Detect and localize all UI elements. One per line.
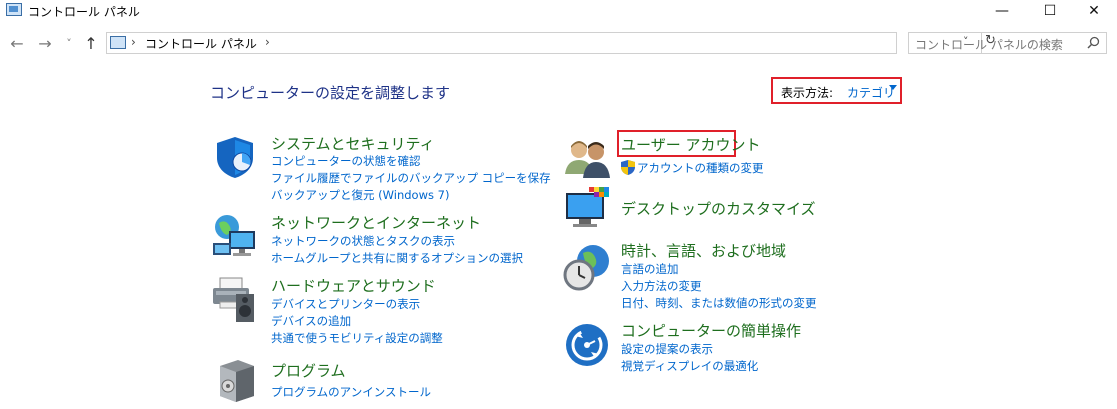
users-icon[interactable] [565, 138, 611, 178]
shield-icon[interactable] [212, 134, 258, 180]
recent-locations-button[interactable]: ˅ [58, 37, 80, 50]
link-add-device[interactable]: デバイスの追加 [271, 313, 351, 329]
forward-button[interactable]: → [34, 34, 56, 53]
category-title[interactable]: コンピューターの簡単操作 [621, 320, 801, 341]
breadcrumb-separator[interactable]: › [131, 35, 136, 49]
address-bar[interactable]: › コントロール パネル › ˅ ↻ [106, 32, 996, 54]
category-title[interactable]: デスクトップのカスタマイズ [621, 198, 816, 219]
view-by-selector[interactable]: 表示方法: カテゴリ [771, 77, 902, 104]
back-button[interactable]: ← [6, 34, 28, 53]
category-title[interactable]: 時計、言語、および地域 [621, 240, 786, 261]
link-mobility-settings[interactable]: 共通で使うモビリティ設定の調整 [271, 330, 443, 346]
link-backup-restore[interactable]: バックアップと復元 (Windows 7) [271, 187, 449, 203]
uac-shield-icon [621, 160, 635, 175]
link-add-language[interactable]: 言語の追加 [621, 261, 679, 277]
category-title[interactable]: プログラム [271, 360, 346, 381]
link-change-date-time-format[interactable]: 日付、時刻、または数値の形式の変更 [621, 295, 817, 311]
minimize-button[interactable]: — [979, 0, 1025, 22]
printer-speaker-icon[interactable] [210, 276, 260, 324]
link-change-account-type[interactable]: アカウントの種類の変更 [637, 160, 764, 176]
category-title[interactable]: ハードウェアとサウンド [271, 275, 436, 296]
link-file-history-backup[interactable]: ファイル履歴でファイルのバックアップ コピーを保存 [271, 170, 551, 186]
link-network-status[interactable]: ネットワークの状態とタスクの表示 [271, 233, 455, 249]
link-optimize-visual-display[interactable]: 視覚ディスプレイの最適化 [621, 358, 758, 374]
link-homegroup-sharing[interactable]: ホームグループと共有に関するオプションの選択 [271, 250, 523, 266]
search-input[interactable]: コントロール パネルの検索 [915, 36, 1063, 53]
window-title: コントロール パネル [28, 5, 140, 19]
ease-of-access-icon[interactable] [565, 322, 609, 368]
link-settings-suggestions[interactable]: 設定の提案の表示 [621, 341, 713, 357]
view-by-label: 表示方法: [781, 86, 834, 100]
control-panel-icon [110, 36, 126, 49]
up-button[interactable]: ↑ [80, 34, 102, 53]
clock-globe-icon[interactable] [563, 243, 611, 293]
breadcrumb-separator[interactable]: › [265, 35, 270, 49]
program-box-icon[interactable] [214, 356, 258, 402]
category-title[interactable]: システムとセキュリティ [271, 133, 435, 154]
close-button[interactable]: ✕ [1071, 0, 1117, 22]
category-title[interactable]: ネットワークとインターネット [271, 212, 481, 233]
link-check-computer-status[interactable]: コンピューターの状態を確認 [271, 153, 421, 169]
search-icon[interactable] [1087, 36, 1100, 49]
view-by-value[interactable]: カテゴリ [847, 84, 895, 101]
control-panel-icon [6, 3, 22, 16]
link-change-input-method[interactable]: 入力方法の変更 [621, 278, 702, 294]
category-title[interactable]: ユーザー アカウント [621, 134, 760, 155]
network-globe-icon[interactable] [211, 213, 259, 261]
breadcrumb-control-panel[interactable]: コントロール パネル [145, 35, 257, 52]
link-uninstall-program[interactable]: プログラムのアンインストール [271, 384, 431, 400]
maximize-button[interactable]: ☐ [1027, 0, 1073, 22]
search-box[interactable]: コントロール パネルの検索 [908, 32, 1107, 54]
desktop-monitor-icon[interactable] [565, 187, 611, 229]
page-heading: コンピューターの設定を調整します [210, 84, 451, 102]
chevron-down-icon[interactable] [889, 85, 897, 90]
link-devices-printers[interactable]: デバイスとプリンターの表示 [271, 296, 420, 312]
title-bar: コントロール パネル — ☐ ✕ [0, 0, 1117, 22]
